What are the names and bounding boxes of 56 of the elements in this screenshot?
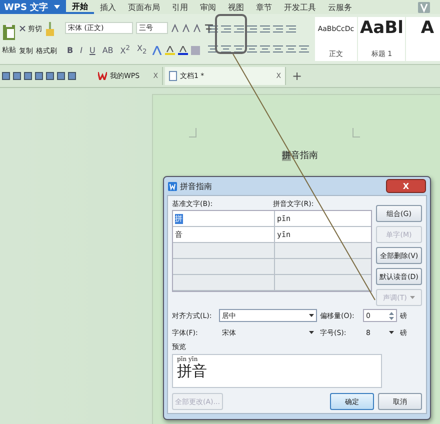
align-icon[interactable] bbox=[247, 45, 257, 53]
text-effect-icon[interactable] bbox=[152, 46, 162, 54]
align-icon[interactable] bbox=[260, 45, 270, 53]
format-button[interactable]: B bbox=[65, 46, 76, 54]
list-icon[interactable] bbox=[221, 25, 231, 33]
list-icon[interactable] bbox=[247, 25, 257, 33]
align-icon[interactable] bbox=[208, 45, 218, 53]
document-icon bbox=[169, 71, 177, 81]
format-button[interactable]: AB bbox=[100, 46, 116, 54]
wps-logo-icon bbox=[98, 72, 107, 80]
menu-tab[interactable]: 页面布局 bbox=[122, 0, 166, 14]
format-button[interactable]: U bbox=[87, 46, 98, 54]
char-shading-icon[interactable] bbox=[190, 46, 200, 54]
highlight-frame bbox=[215, 14, 247, 54]
menu-tab[interactable]: 开发工具 bbox=[278, 0, 322, 14]
caret-icon bbox=[54, 5, 60, 9]
spin-arrows-icon bbox=[389, 312, 394, 320]
list-icon[interactable] bbox=[260, 25, 270, 33]
menu-tab[interactable]: 审阅 bbox=[194, 0, 222, 14]
menu-tab[interactable]: 插入 bbox=[94, 0, 122, 14]
align-icon[interactable] bbox=[273, 45, 283, 53]
highlight-icon[interactable] bbox=[164, 46, 175, 54]
brush-icon[interactable] bbox=[45, 22, 55, 36]
dialog-title: 拼音指南 bbox=[180, 180, 212, 192]
margin-mark-icon bbox=[352, 128, 360, 138]
format-button[interactable]: I bbox=[78, 46, 84, 54]
app-icon bbox=[168, 182, 177, 190]
list-icon[interactable] bbox=[286, 25, 296, 33]
align-icon[interactable] bbox=[299, 45, 309, 53]
margin-mark-icon bbox=[189, 128, 197, 138]
list-icon[interactable] bbox=[208, 25, 218, 33]
menu-tab[interactable]: 云服务 bbox=[322, 0, 358, 14]
caret-icon bbox=[309, 331, 314, 334]
menu-tab[interactable]: 引用 bbox=[166, 0, 194, 14]
caret-icon bbox=[410, 296, 415, 299]
caret-icon bbox=[309, 314, 314, 317]
align-icon[interactable] bbox=[221, 45, 231, 53]
pinyin-icon[interactable] bbox=[204, 24, 214, 33]
new-tab-button[interactable]: + bbox=[288, 69, 306, 83]
align-icon[interactable] bbox=[234, 45, 244, 53]
caret-icon bbox=[389, 331, 394, 334]
paste-icon[interactable] bbox=[2, 23, 16, 41]
menu-tab[interactable]: 章节 bbox=[250, 0, 278, 14]
format-button[interactable]: X$^{2}$ bbox=[118, 44, 132, 56]
format-button[interactable]: X$_{2}$ bbox=[135, 44, 149, 56]
app-menu-button[interactable]: WPS 文字 bbox=[0, 0, 66, 14]
list-icon[interactable] bbox=[234, 25, 244, 33]
account-icon[interactable] bbox=[418, 2, 430, 12]
style-preset[interactable]: A bbox=[406, 17, 440, 61]
preview-text: 拼音 bbox=[177, 363, 208, 380]
list-icon[interactable] bbox=[273, 25, 283, 33]
font-color-icon[interactable] bbox=[178, 46, 188, 54]
menu-tab[interactable]: 视图 bbox=[222, 0, 250, 14]
align-icon[interactable] bbox=[286, 45, 296, 53]
close-button[interactable]: X bbox=[386, 179, 426, 193]
scissors-icon bbox=[19, 26, 26, 32]
